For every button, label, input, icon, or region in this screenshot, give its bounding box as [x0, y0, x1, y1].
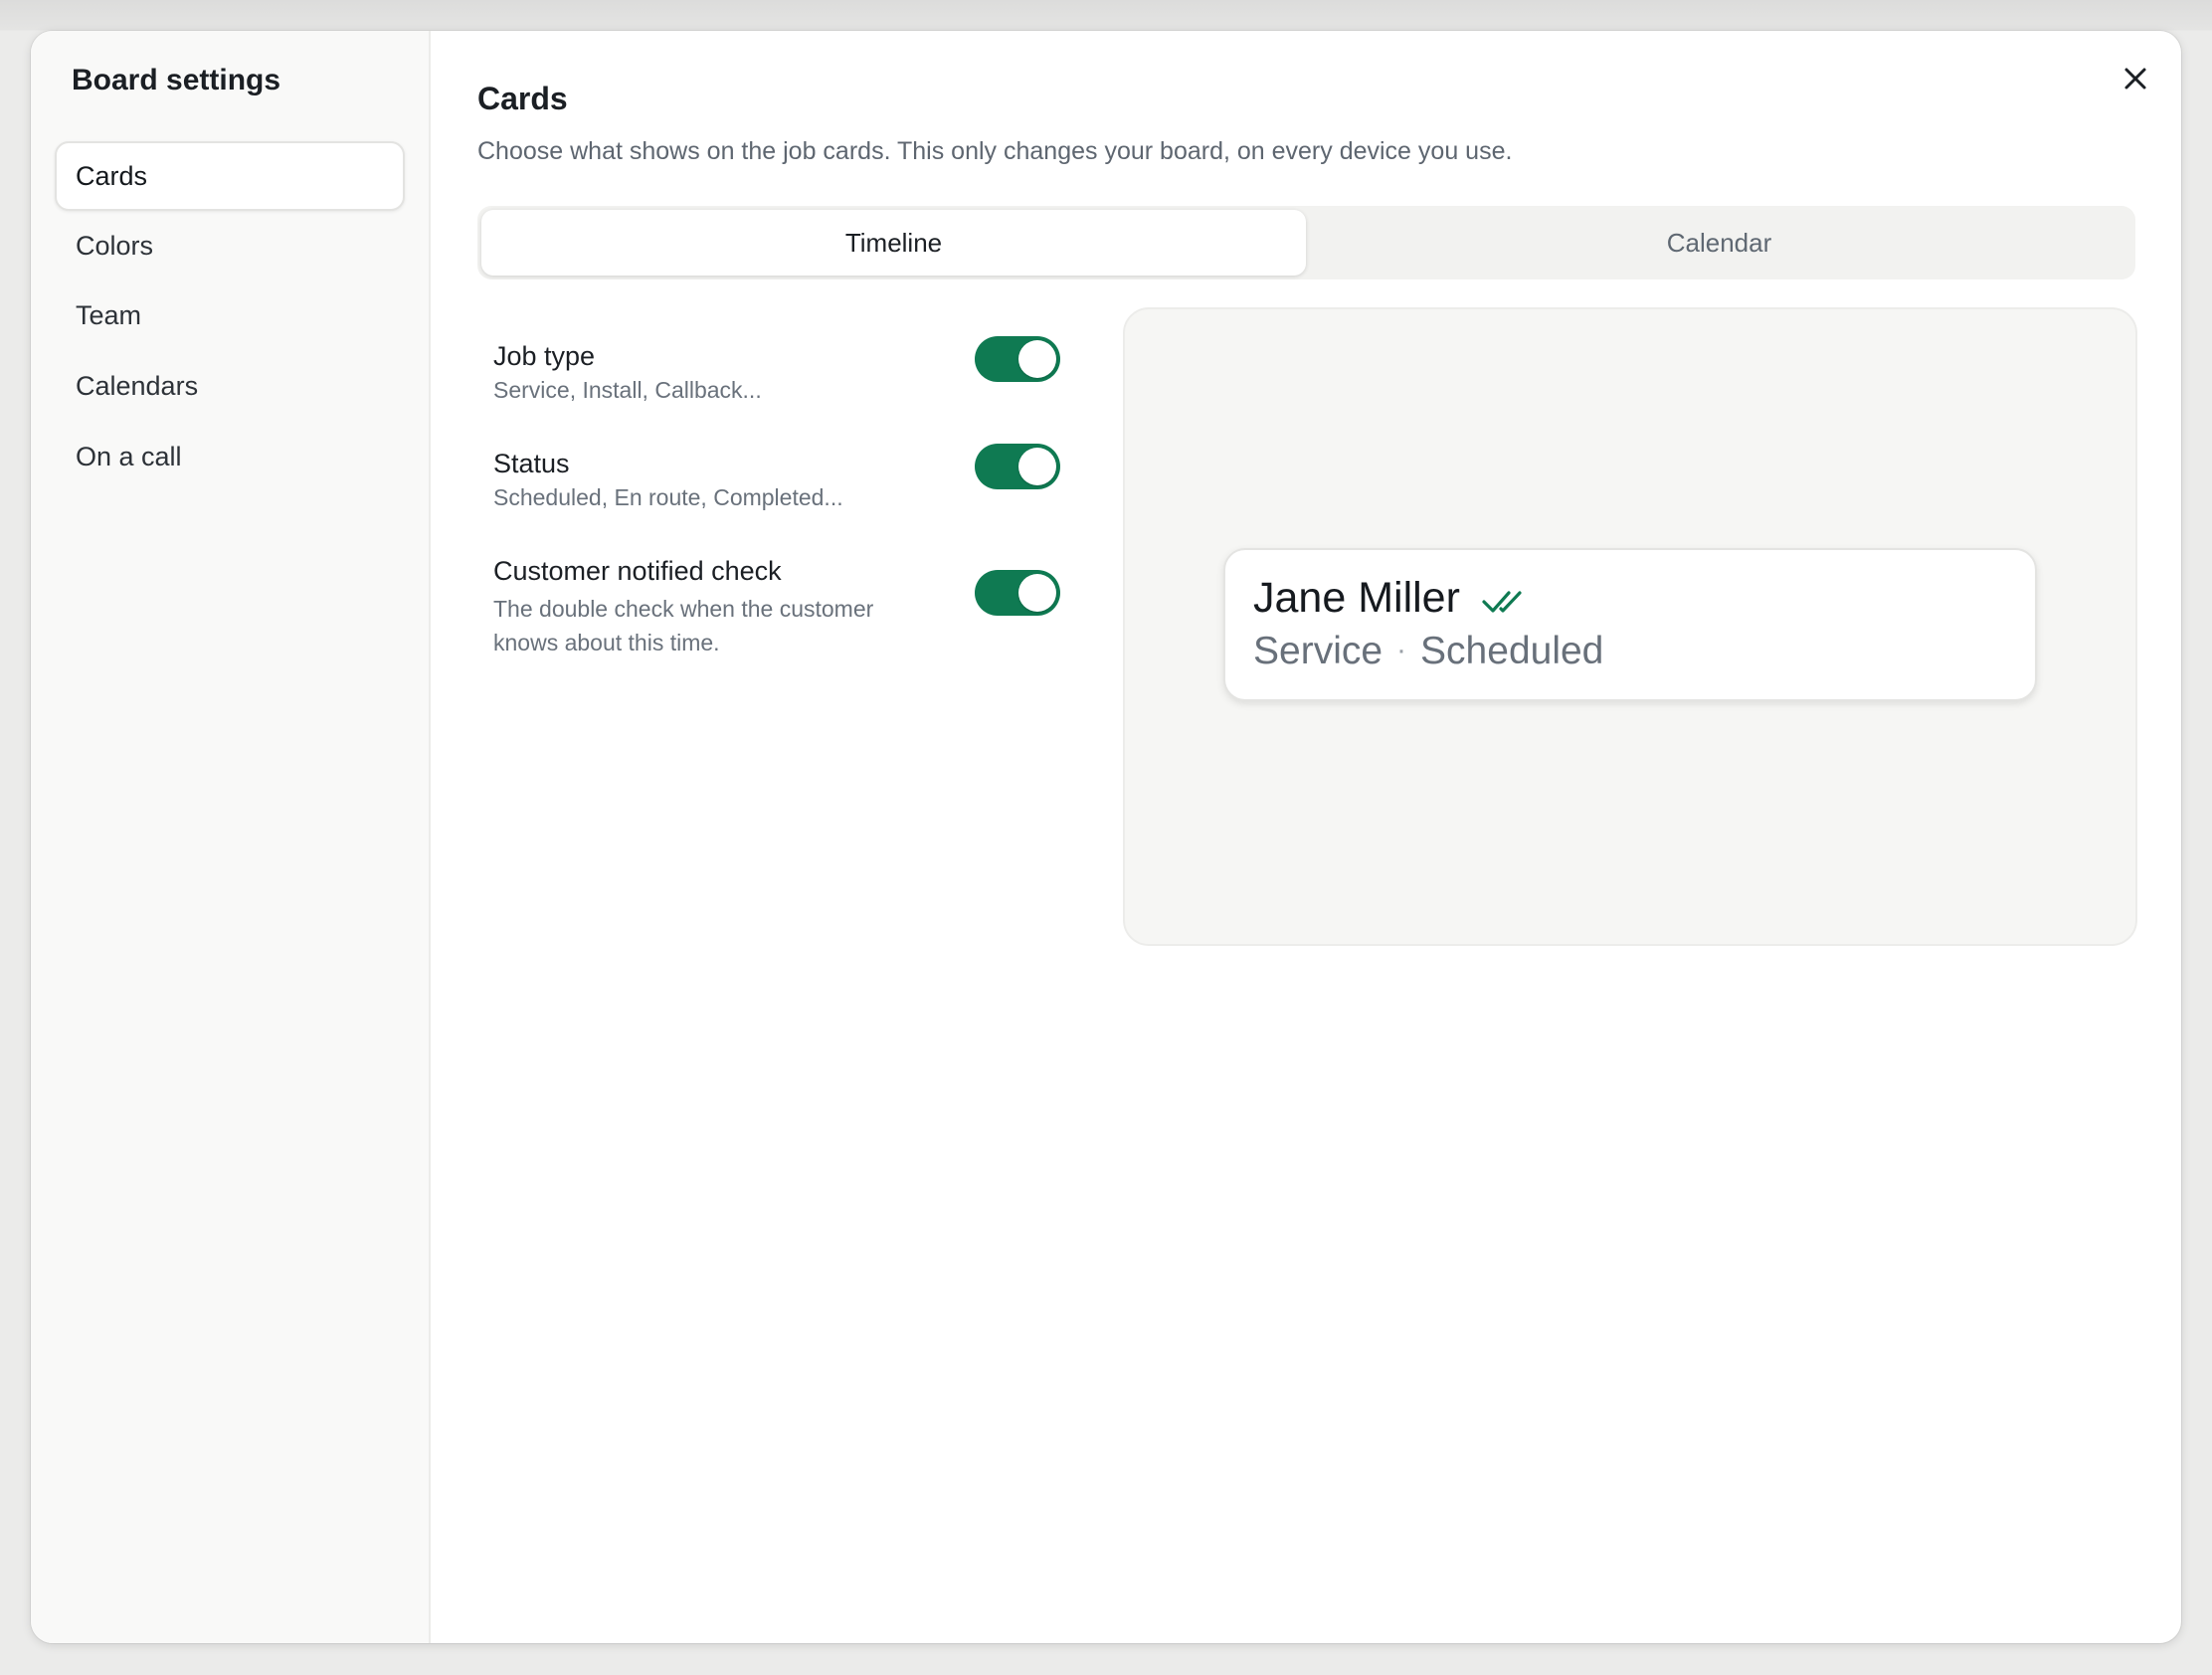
page-title: Cards	[477, 81, 568, 116]
card-meta: Service · Scheduled	[1253, 630, 1603, 673]
settings-sidebar: Board settings Start here Cards Colors T…	[31, 31, 431, 1643]
customer-notified-toggle[interactable]	[975, 570, 1060, 616]
tab-calendar[interactable]: Calendar	[1307, 210, 2131, 276]
board-settings-dialog: Board settings Start here Cards Colors T…	[31, 31, 2181, 1643]
close-button[interactable]	[2114, 57, 2157, 100]
toggle-knob	[1018, 448, 1056, 485]
double-check-icon	[1482, 591, 1522, 613]
status-text: Scheduled	[1420, 630, 1604, 672]
sidebar-item-team[interactable]: Team	[55, 280, 405, 350]
toggle-knob	[1018, 574, 1056, 612]
setting-description: knows about this time.	[493, 630, 720, 655]
separator-dot: ·	[1396, 634, 1407, 666]
sidebar-item-cards[interactable]: Cards	[55, 141, 405, 211]
sidebar-item-on-a-call[interactable]: On a call	[55, 422, 405, 491]
job-card-preview: Jane Miller Service · Scheduled	[1223, 548, 2037, 701]
sidebar-item-colors[interactable]: Colors	[55, 211, 405, 280]
status-toggle[interactable]	[975, 444, 1060, 489]
page-description: Choose what shows on the job cards. This…	[477, 137, 1513, 165]
close-icon	[2124, 68, 2146, 90]
sidebar-item-calendars[interactable]: Calendars	[55, 351, 405, 421]
toggle-knob	[1018, 340, 1056, 378]
job-type-toggle[interactable]	[975, 336, 1060, 382]
customer-name: Jane Miller	[1253, 574, 1460, 622]
sidebar-title: Board settings	[72, 64, 281, 96]
view-tabs: Timeline Calendar	[477, 206, 2135, 279]
tab-timeline[interactable]: Timeline	[481, 210, 1306, 276]
card-preview-panel: Jane Miller Service · Scheduled	[1123, 307, 2137, 946]
job-type-text: Service	[1253, 630, 1383, 672]
